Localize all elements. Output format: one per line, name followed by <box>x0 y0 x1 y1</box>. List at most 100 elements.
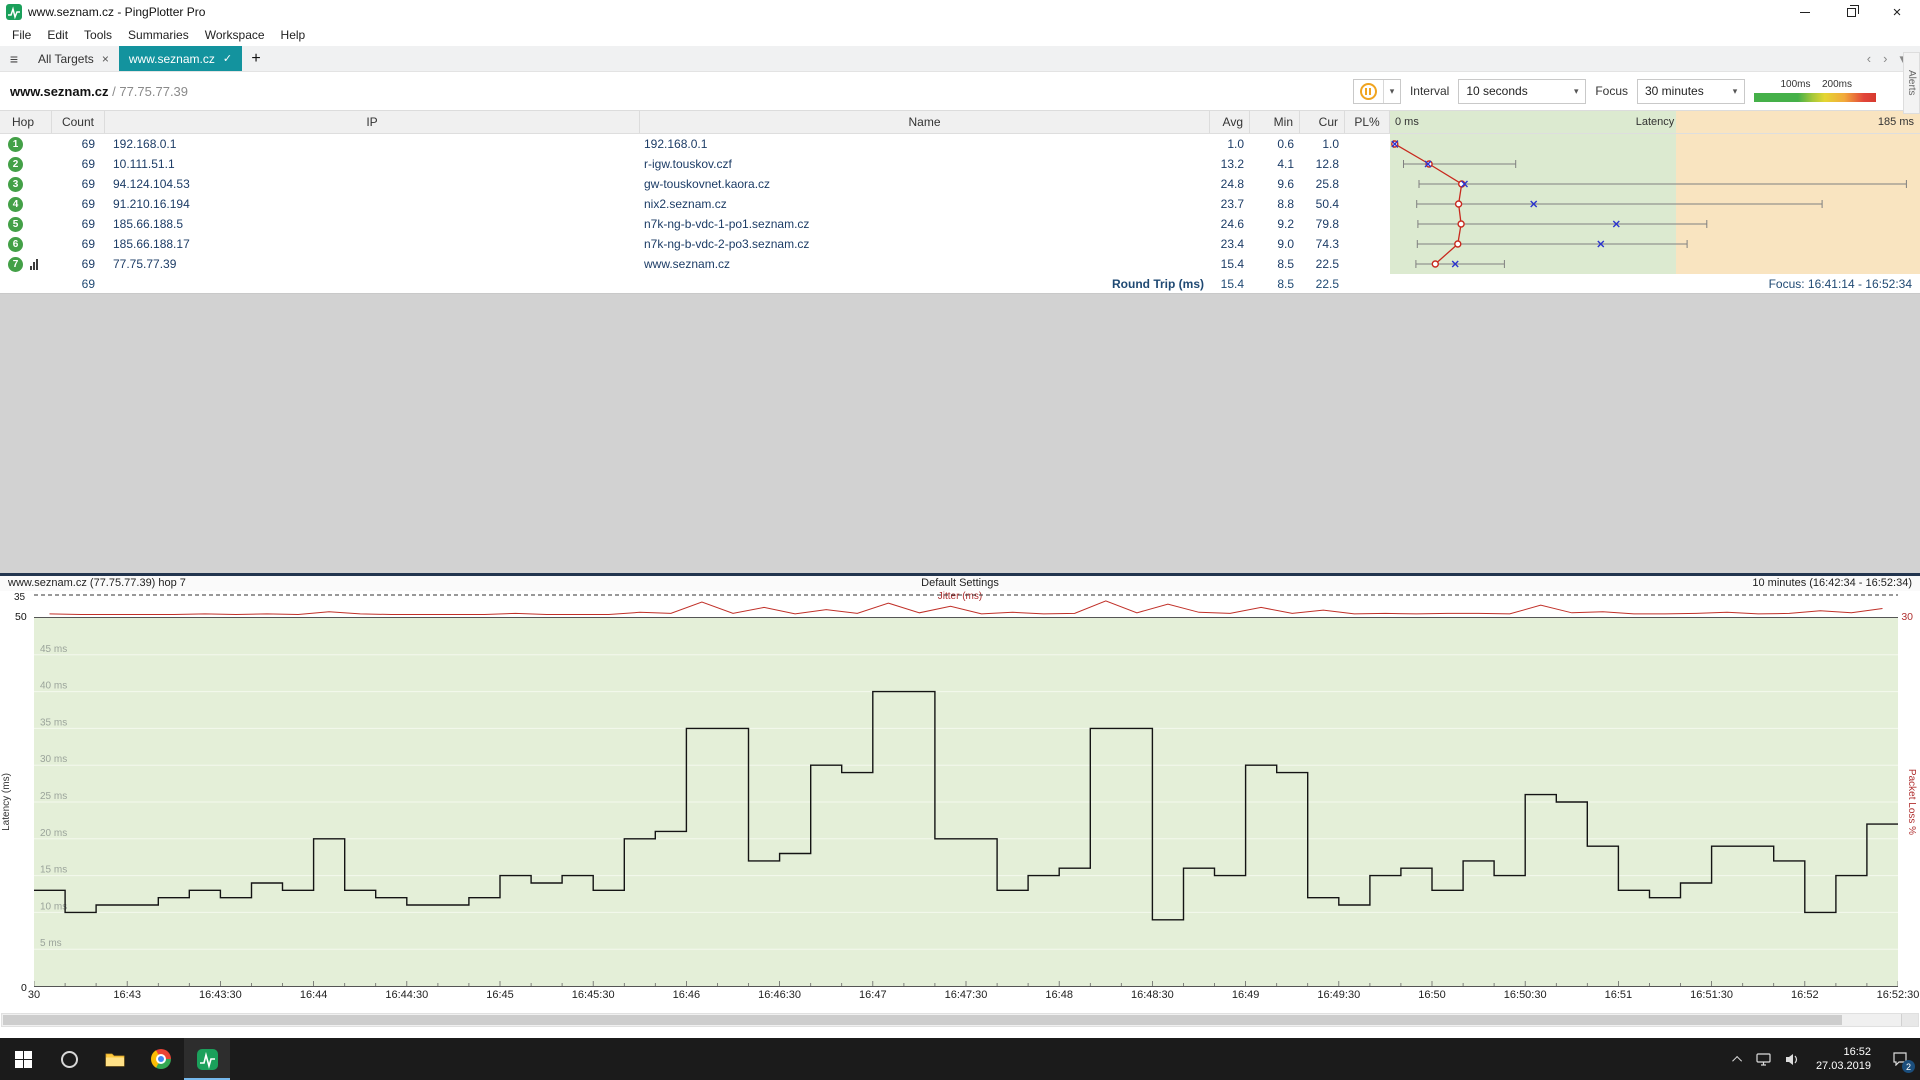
chrome-button[interactable] <box>138 1038 184 1080</box>
focus-label: Focus <box>1595 84 1628 98</box>
svg-text:30 ms: 30 ms <box>40 754 67 765</box>
svg-text:20 ms: 20 ms <box>40 828 67 839</box>
minimize-button[interactable] <box>1782 0 1828 24</box>
scrollbar-end-cap <box>1901 1014 1918 1026</box>
menu-help[interactable]: Help <box>273 28 314 42</box>
restore-icon <box>1847 8 1856 17</box>
workspace-empty-area <box>0 294 1920 573</box>
header-latency: Latency <box>1390 116 1920 128</box>
scroll-tabs-left-icon[interactable]: ‹ <box>1867 51 1871 66</box>
avg-cell: 1.0 <box>1210 137 1250 151</box>
pause-button[interactable] <box>1354 80 1383 103</box>
summary-count: 69 <box>52 277 105 291</box>
header-avg[interactable]: Avg <box>1210 111 1250 133</box>
tray-expand-button[interactable] <box>1728 1038 1749 1080</box>
file-explorer-button[interactable] <box>92 1038 138 1080</box>
menu-summaries[interactable]: Summaries <box>120 28 197 42</box>
x-axis-tick-label: 30 <box>28 989 40 1001</box>
table-row[interactable]: 6 69 185.66.188.17 n7k-ng-b-vdc-2-po3.se… <box>0 234 1920 254</box>
header-hop[interactable]: Hop <box>0 111 52 133</box>
new-tab-button[interactable]: + <box>242 46 270 71</box>
header-min[interactable]: Min <box>1250 111 1300 133</box>
window-title: www.seznam.cz - PingPlotter Pro <box>28 5 205 19</box>
close-tab-icon[interactable]: × <box>102 52 109 66</box>
svg-text:45 ms: 45 ms <box>40 644 67 655</box>
start-button[interactable] <box>0 1038 46 1080</box>
packet-loss-max-label: 30 <box>1901 611 1913 623</box>
latency-chart-area: 50 0 Latency (ms) 30 Packet Loss % 45 ms… <box>0 617 1920 987</box>
interval-value: 10 seconds <box>1466 84 1527 98</box>
chevron-up-icon <box>1732 1055 1742 1065</box>
pause-dropdown[interactable]: ▾ <box>1383 80 1400 103</box>
taskbar-clock[interactable]: 16:52 27.03.2019 <box>1807 1038 1880 1080</box>
count-cell: 69 <box>52 257 105 271</box>
graph-scrollbar[interactable] <box>1 1013 1919 1027</box>
table-row[interactable]: 2 69 10.111.51.1 r-igw.touskov.czf 13.2 … <box>0 154 1920 174</box>
interval-select[interactable]: 10 seconds ▾ <box>1458 79 1586 104</box>
legend-100ms-label: 100ms <box>1780 79 1810 90</box>
target-list-icon[interactable]: ≡ <box>0 46 28 71</box>
latency-scale-max: 185 ms <box>1878 116 1914 128</box>
menu-workspace[interactable]: Workspace <box>197 28 273 42</box>
svg-text:35 ms: 35 ms <box>40 717 67 728</box>
chrome-icon <box>151 1049 171 1069</box>
clock-time: 16:52 <box>1816 1045 1871 1059</box>
action-center-button[interactable]: 2 <box>1880 1038 1920 1080</box>
x-axis-tick-label: 16:48:30 <box>1131 989 1174 1001</box>
svg-text:5 ms: 5 ms <box>40 938 62 949</box>
cortana-search-button[interactable] <box>46 1038 92 1080</box>
svg-text:40 ms: 40 ms <box>40 681 67 692</box>
title-bar: www.seznam.cz - PingPlotter Pro × <box>0 0 1920 24</box>
pingplotter-taskbar-button[interactable] <box>184 1038 230 1080</box>
x-axis-tick-label: 16:51:30 <box>1690 989 1733 1001</box>
menu-edit[interactable]: Edit <box>39 28 76 42</box>
count-cell: 69 <box>52 177 105 191</box>
windows-taskbar: 16:52 27.03.2019 2 <box>0 1038 1920 1080</box>
latency-time-plot[interactable]: 45 ms40 ms35 ms30 ms25 ms20 ms15 ms10 ms… <box>34 617 1898 987</box>
avg-cell: 15.4 <box>1210 257 1250 271</box>
menu-tools[interactable]: Tools <box>76 28 120 42</box>
hop-number-badge: 6 <box>8 237 23 252</box>
table-row[interactable]: 5 69 185.66.188.5 n7k-ng-b-vdc-1-po1.sez… <box>0 214 1920 234</box>
network-tray-button[interactable] <box>1749 1038 1778 1080</box>
alerts-side-tab[interactable]: Alerts <box>1903 52 1920 114</box>
min-cell: 8.5 <box>1250 257 1300 271</box>
svg-text:15 ms: 15 ms <box>40 865 67 876</box>
header-cur[interactable]: Cur <box>1300 111 1345 133</box>
menu-file[interactable]: File <box>4 28 39 42</box>
focus-select[interactable]: 30 minutes ▾ <box>1637 79 1745 104</box>
table-row[interactable]: 7 69 77.75.77.39 www.seznam.cz 15.4 8.5 … <box>0 254 1920 274</box>
scroll-tabs-right-icon[interactable]: › <box>1883 51 1887 66</box>
pingplotter-icon <box>197 1049 218 1070</box>
table-row[interactable]: 4 69 91.210.16.194 nix2.seznam.cz 23.7 8… <box>0 194 1920 214</box>
table-row[interactable]: 3 69 94.124.104.53 gw-touskovnet.kaora.c… <box>0 174 1920 194</box>
x-axis-tick-label: 16:45 <box>486 989 514 1001</box>
table-row[interactable]: 1 69 192.168.0.1 192.168.0.1 1.0 0.6 1.0 <box>0 134 1920 154</box>
focus-value: 30 minutes <box>1645 84 1704 98</box>
speaker-icon <box>1785 1053 1800 1066</box>
svg-text:25 ms: 25 ms <box>40 791 67 802</box>
x-axis-tick-label: 16:44 <box>300 989 328 1001</box>
avg-cell: 13.2 <box>1210 157 1250 171</box>
restore-button[interactable] <box>1828 0 1874 24</box>
x-axis-tick-label: 16:49 <box>1232 989 1260 1001</box>
header-name[interactable]: Name <box>640 111 1210 133</box>
scrollbar-thumb[interactable] <box>3 1015 1842 1025</box>
graph-settings-label[interactable]: Default Settings <box>921 577 999 589</box>
header-count[interactable]: Count <box>52 111 105 133</box>
close-button[interactable]: × <box>1874 0 1920 24</box>
graph-target-label: www.seznam.cz (77.75.77.39) hop 7 <box>8 577 186 589</box>
close-icon: × <box>1893 4 1902 21</box>
tab-www-seznam-cz[interactable]: www.seznam.cz ✓ <box>119 46 242 71</box>
header-packet-loss[interactable]: PL% <box>1345 111 1390 133</box>
volume-tray-button[interactable] <box>1778 1038 1807 1080</box>
network-icon <box>1756 1053 1771 1066</box>
tab-all-targets[interactable]: All Targets × <box>28 46 119 71</box>
jitter-chart <box>34 591 1898 617</box>
latency-scale-legend: 100ms 200ms <box>1754 79 1876 104</box>
graph-range-label[interactable]: 10 minutes (16:42:34 - 16:52:34) <box>1752 577 1912 589</box>
header-ip[interactable]: IP <box>105 111 640 133</box>
windows-logo-icon <box>15 1051 32 1068</box>
summary-avg: 15.4 <box>1210 277 1250 291</box>
menu-bar: FileEditToolsSummariesWorkspaceHelp <box>0 24 1920 46</box>
